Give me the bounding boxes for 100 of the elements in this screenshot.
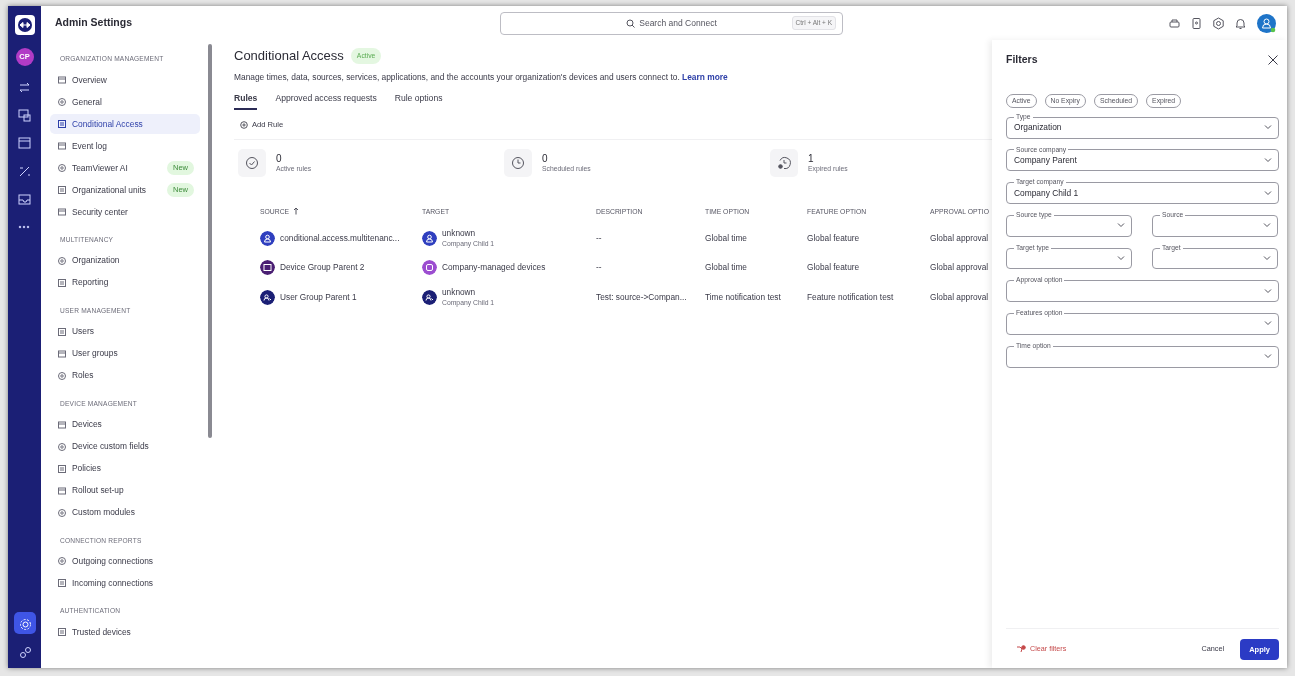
user-avatar	[260, 230, 275, 246]
chevron-down-icon	[1263, 222, 1271, 229]
chevron-down-icon	[1264, 287, 1272, 294]
table-cell: Feature notification test	[807, 290, 894, 304]
gear-icon	[18, 616, 31, 630]
sidebar-item[interactable]: Overview	[50, 69, 200, 90]
table-cell: Global approval	[930, 261, 989, 274]
stat-value: 0	[542, 152, 549, 164]
panel-icon	[57, 419, 67, 430]
panel-icon	[57, 74, 67, 85]
chevron-down-icon	[1264, 320, 1272, 327]
group-avatar	[422, 289, 437, 305]
bell-icon[interactable]	[1234, 16, 1247, 30]
table-cell: --	[596, 261, 602, 274]
list-icon	[57, 326, 67, 337]
page-title: Admin Settings	[55, 15, 133, 31]
window-icon[interactable]	[17, 135, 32, 151]
sidebar-item[interactable]: Custom modules	[50, 502, 200, 523]
close-icon	[1267, 53, 1279, 66]
panel-icon	[57, 206, 67, 217]
tab[interactable]: Rules	[234, 92, 258, 110]
check-circle-icon	[245, 156, 259, 171]
close-button[interactable]	[1267, 53, 1279, 66]
table-cell: --	[596, 231, 602, 245]
phone-icon[interactable]	[1190, 16, 1203, 30]
table-cell: Global approval	[930, 290, 989, 304]
chevron-down-icon	[1264, 189, 1272, 196]
gear-icon	[57, 507, 67, 518]
source-name: Device Group Parent 2	[280, 261, 365, 274]
field-value: Organization	[1014, 122, 1062, 133]
gear-icon	[57, 556, 67, 567]
target-name: unknown	[442, 285, 477, 299]
sidebar-item[interactable]: Policies	[50, 458, 200, 479]
sidebar-item[interactable]: Conditional Access	[50, 113, 200, 134]
list-icon	[57, 277, 67, 288]
table-cell: Global approval	[930, 231, 989, 245]
sidebar-item[interactable]: Event log	[50, 135, 200, 156]
settings-icon[interactable]	[1212, 16, 1225, 30]
sidebar-item[interactable]: User groups	[50, 343, 200, 364]
gear-icon	[57, 441, 67, 452]
field-value: Company Child 1	[1014, 187, 1079, 198]
list-icon	[57, 627, 67, 638]
panel-icon	[57, 140, 67, 151]
table-cell: Time notification test	[705, 290, 781, 304]
chevron-down-icon	[1117, 222, 1125, 229]
target-name: unknown	[442, 226, 477, 240]
chevron-down-icon	[1264, 124, 1272, 131]
device-icon[interactable]	[17, 107, 32, 123]
source-name: conditional.access.multitenanc...	[280, 231, 400, 245]
clock-icon	[511, 156, 525, 171]
list-icon	[57, 463, 67, 474]
sidebar-item[interactable]: Outgoing connections	[50, 551, 200, 572]
list-icon	[57, 118, 67, 129]
table-cell: Test: source->Compan...	[596, 290, 687, 304]
stat-value: 1	[808, 152, 815, 164]
sidebar-item[interactable]: Security center	[50, 201, 200, 222]
page-heading: Conditional Access	[234, 47, 344, 65]
sort-arrow-icon[interactable]	[293, 207, 300, 216]
sidebar-item[interactable]: Organization	[50, 250, 200, 271]
table-cell: Global feature	[807, 261, 860, 274]
field-value: Company Parent	[1014, 154, 1077, 165]
panel-icon	[57, 348, 67, 359]
rail-button[interactable]	[13, 612, 36, 634]
clock-history-icon	[777, 156, 791, 171]
gear-icon	[57, 370, 67, 381]
sidebar-item[interactable]: Trusted devices	[50, 622, 200, 643]
chevron-down-icon	[1263, 254, 1271, 261]
chevron-down-icon	[1264, 353, 1272, 360]
panel-icon	[57, 485, 67, 496]
group-avatar	[260, 260, 275, 276]
sidebar-item[interactable]: Incoming connections	[50, 573, 200, 594]
link-icon	[18, 644, 31, 658]
user-avatar[interactable]	[1256, 12, 1277, 34]
sidebar-item[interactable]: Reporting	[50, 272, 200, 293]
sidebar-item[interactable]: Roles	[50, 365, 200, 386]
printer-icon[interactable]	[1168, 16, 1181, 30]
scrollbar-thumb[interactable]	[208, 44, 212, 438]
group-avatar	[260, 289, 275, 305]
inbox-icon[interactable]	[17, 191, 32, 207]
gear-icon	[57, 96, 67, 107]
tab[interactable]: Rule options	[394, 92, 443, 110]
list-icon	[57, 184, 67, 195]
table-cell: Global feature	[807, 231, 860, 245]
sidebar-item[interactable]: Users	[50, 321, 200, 342]
source-name: User Group Parent 1	[280, 290, 357, 304]
sidebar-item[interactable]: General	[50, 91, 200, 112]
table-cell: Global time	[705, 261, 747, 274]
sidebar-item[interactable]: Rollout set-up	[50, 480, 200, 501]
chevron-down-icon	[1117, 254, 1125, 261]
panel-title: Filters	[1006, 52, 1038, 67]
logo-icon[interactable]	[13, 14, 36, 36]
tab[interactable]: Approved access requests	[275, 92, 377, 110]
gear-icon	[57, 255, 67, 266]
learn-more-link[interactable]: Learn more	[682, 71, 728, 82]
sidebar-item[interactable]: Device custom fields	[50, 436, 200, 457]
sidebar-item[interactable]: Devices	[50, 414, 200, 435]
target-name: Company-managed devices	[442, 261, 546, 274]
user-avatar	[422, 230, 437, 246]
stat-value: 0	[276, 152, 283, 164]
chevron-down-icon	[1264, 156, 1272, 163]
